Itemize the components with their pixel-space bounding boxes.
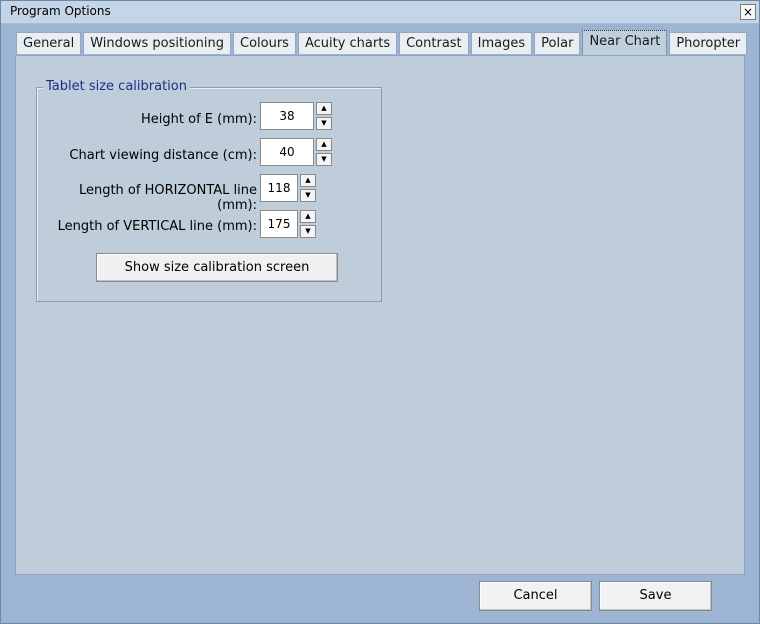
horizontal-line-length-label: Length of HORIZONTAL line (mm): (78, 183, 257, 213)
close-icon: × (742, 5, 754, 19)
spin-up-icon: ▲ (305, 212, 311, 220)
vertical-line-length-down-button[interactable]: ▼ (300, 225, 316, 238)
spin-down-icon: ▼ (305, 227, 311, 235)
chart-viewing-distance-input[interactable]: 40 (260, 138, 314, 166)
show-size-calibration-screen-button[interactable]: Show size calibration screen (96, 253, 338, 282)
spin-up-icon: ▲ (321, 140, 327, 148)
tab-phoropter[interactable]: Phoropter (669, 32, 748, 54)
tab-near-chart[interactable]: Near Chart (582, 30, 668, 55)
save-button[interactable]: Save (599, 581, 712, 611)
close-button[interactable]: × (740, 4, 756, 20)
horizontal-line-length-up-button[interactable]: ▲ (300, 174, 316, 187)
height-of-e-label: Height of E (mm): (141, 112, 257, 127)
horizontal-line-length-spinner: ▲ ▼ (300, 174, 316, 202)
height-of-e-spinner: ▲ ▼ (316, 102, 332, 130)
chart-viewing-distance-label: Chart viewing distance (cm): (69, 148, 257, 163)
height-of-e-input[interactable]: 38 (260, 102, 314, 130)
spin-down-icon: ▼ (321, 119, 327, 127)
tab-polar[interactable]: Polar (534, 32, 581, 54)
horizontal-line-length-input[interactable]: 118 (260, 174, 298, 202)
tab-strip: General Windows positioning Colours Acui… (16, 30, 749, 55)
program-options-window: Program Options × General Windows positi… (0, 0, 760, 624)
group-title: Tablet size calibration (43, 79, 190, 94)
spin-up-icon: ▲ (321, 104, 327, 112)
tab-windows-positioning[interactable]: Windows positioning (83, 32, 231, 54)
vertical-line-length-label: Length of VERTICAL line (mm): (57, 219, 257, 234)
height-of-e-up-button[interactable]: ▲ (316, 102, 332, 115)
vertical-line-length-input[interactable]: 175 (260, 210, 298, 238)
tab-colours[interactable]: Colours (233, 32, 296, 54)
chart-viewing-distance-down-button[interactable]: ▼ (316, 153, 332, 166)
tab-images[interactable]: Images (470, 32, 533, 54)
tab-contrast[interactable]: Contrast (399, 32, 469, 54)
spin-down-icon: ▼ (305, 191, 311, 199)
vertical-line-length-up-button[interactable]: ▲ (300, 210, 316, 223)
spin-up-icon: ▲ (305, 176, 311, 184)
height-of-e-down-button[interactable]: ▼ (316, 117, 332, 130)
window-title: Program Options (10, 4, 111, 18)
tab-general[interactable]: General (16, 32, 82, 54)
near-chart-panel: Tablet size calibration Height of E (mm)… (15, 55, 745, 575)
horizontal-line-length-down-button[interactable]: ▼ (300, 189, 316, 202)
vertical-line-length-spinner: ▲ ▼ (300, 210, 316, 238)
chart-viewing-distance-up-button[interactable]: ▲ (316, 138, 332, 151)
chart-viewing-distance-spinner: ▲ ▼ (316, 138, 332, 166)
title-bar: Program Options × (1, 1, 759, 24)
cancel-button[interactable]: Cancel (479, 581, 592, 611)
spin-down-icon: ▼ (321, 155, 327, 163)
tablet-size-calibration-group: Tablet size calibration Height of E (mm)… (36, 79, 382, 302)
tab-acuity-charts[interactable]: Acuity charts (297, 32, 398, 54)
